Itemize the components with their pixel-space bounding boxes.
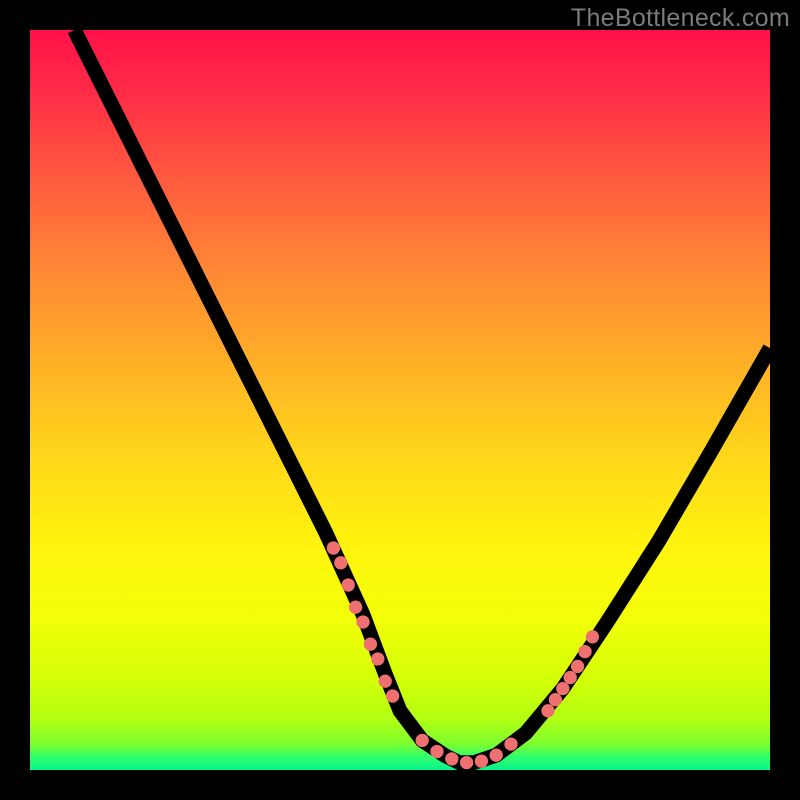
- highlight-dot: [430, 745, 443, 758]
- highlight-dot: [379, 675, 392, 688]
- highlight-dot: [349, 601, 362, 614]
- highlight-dot: [460, 756, 473, 769]
- highlight-dot: [342, 578, 355, 591]
- highlight-dot: [556, 682, 569, 695]
- highlight-dot: [386, 689, 399, 702]
- highlight-dots: [327, 541, 599, 769]
- highlight-dot: [327, 541, 340, 554]
- highlight-dot: [364, 638, 377, 651]
- highlight-dot: [586, 630, 599, 643]
- highlight-dot: [445, 752, 458, 765]
- plot-area: [30, 30, 770, 770]
- highlight-dot: [541, 704, 554, 717]
- curve-svg: [30, 30, 770, 770]
- highlight-dot: [504, 737, 517, 750]
- highlight-dot: [571, 660, 584, 673]
- watermark-text: TheBottleneck.com: [571, 4, 790, 33]
- highlight-dot: [356, 615, 369, 628]
- highlight-dot: [564, 671, 577, 684]
- highlight-dot: [475, 754, 488, 767]
- highlight-dot: [549, 693, 562, 706]
- highlight-dot: [578, 645, 591, 658]
- highlight-dot: [371, 652, 384, 665]
- chart-frame: TheBottleneck.com: [0, 0, 800, 800]
- highlight-dot: [334, 556, 347, 569]
- highlight-dot: [416, 734, 429, 747]
- bottleneck-curve: [74, 30, 770, 763]
- highlight-dot: [490, 749, 503, 762]
